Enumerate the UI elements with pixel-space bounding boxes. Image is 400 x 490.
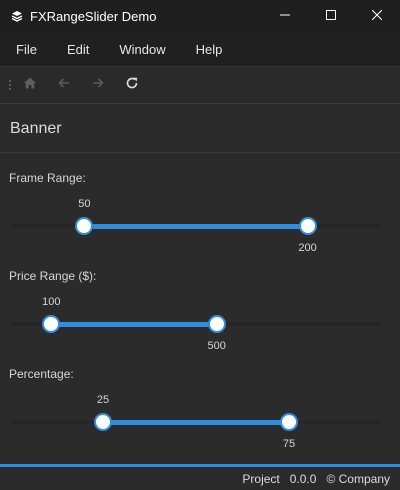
menu-edit[interactable]: Edit — [51, 42, 99, 57]
status-company: © Company — [326, 471, 390, 486]
close-icon — [371, 7, 383, 25]
high-value-label: 200 — [298, 242, 317, 254]
price-range-label: Price Range ($): — [9, 269, 97, 283]
maximize-icon — [326, 7, 336, 25]
low-value-label: 25 — [96, 394, 110, 406]
refresh-icon — [125, 76, 139, 95]
back-arrow-icon — [57, 76, 71, 95]
maximize-button[interactable] — [308, 0, 354, 32]
low-value-label: 50 — [78, 198, 91, 210]
home-icon — [23, 76, 37, 95]
close-button[interactable] — [354, 0, 400, 32]
forward-arrow-icon — [91, 76, 105, 95]
back-button[interactable] — [47, 70, 81, 100]
forward-button[interactable] — [81, 70, 115, 100]
toolbar — [0, 66, 400, 104]
minimize-icon — [280, 7, 290, 25]
banner: Banner — [0, 105, 400, 153]
layers-icon — [10, 9, 24, 23]
title-bar: FXRangeSlider Demo — [0, 0, 400, 32]
menu-window[interactable]: Window — [103, 42, 175, 57]
home-button[interactable] — [13, 70, 47, 100]
menu-help[interactable]: Help — [180, 42, 233, 57]
high-thumb[interactable] — [280, 413, 298, 431]
high-value-label: 500 — [207, 340, 226, 352]
menu-file[interactable]: File — [0, 42, 47, 57]
high-thumb[interactable] — [298, 217, 317, 235]
menu-bar: File Edit Window Help — [0, 32, 400, 66]
status-version: 0.0.0 — [289, 471, 317, 486]
slider-range-fill — [103, 419, 289, 425]
low-thumb[interactable] — [75, 217, 94, 235]
percentage-label: Percentage: — [9, 367, 74, 381]
price-range-slider[interactable]: 100 500 — [10, 294, 382, 354]
status-project: Project — [242, 471, 280, 486]
minimize-button[interactable] — [262, 0, 308, 32]
low-thumb[interactable] — [94, 413, 112, 431]
high-thumb[interactable] — [207, 315, 226, 333]
refresh-button[interactable] — [115, 70, 149, 100]
slider-range-fill — [84, 223, 308, 229]
window-title: FXRangeSlider Demo — [30, 8, 157, 24]
low-thumb[interactable] — [42, 315, 61, 333]
frame-range-slider[interactable]: 50 200 — [10, 196, 382, 256]
percentage-slider[interactable]: 25 75 — [10, 392, 382, 452]
status-bar: Project 0.0.0 © Company — [0, 467, 400, 490]
low-value-label: 100 — [42, 296, 61, 308]
slider-range-fill — [51, 321, 217, 327]
banner-title: Banner — [10, 119, 62, 137]
high-value-label: 75 — [282, 438, 296, 450]
frame-range-label: Frame Range: — [9, 171, 86, 185]
